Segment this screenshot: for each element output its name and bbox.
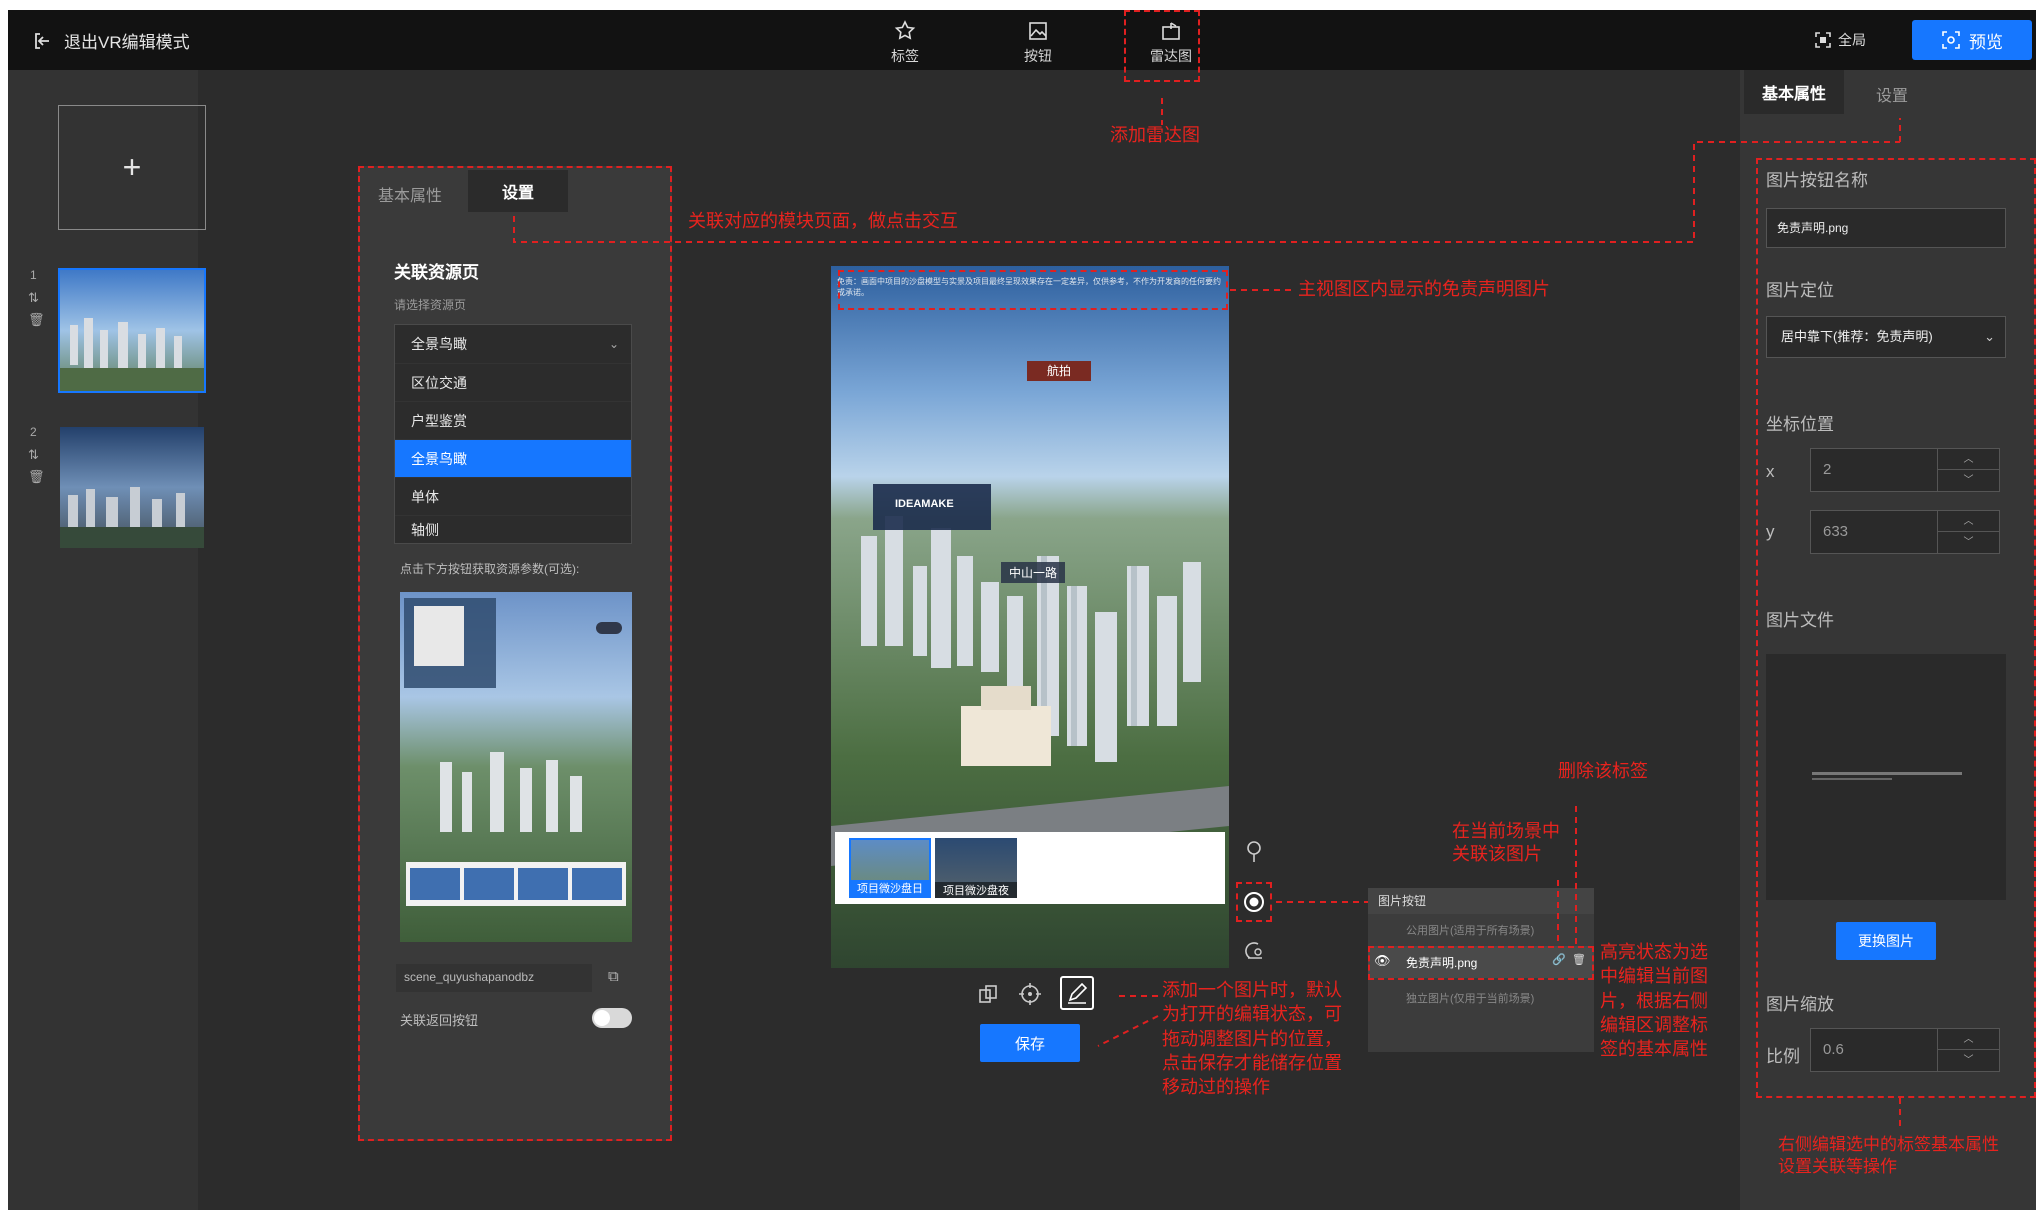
editor-window: 退出VR编辑模式 标签 按钮 雷达图 全局 预览 + 1 ⇅ 🗑 2 ⇅ 🗑 基… (8, 10, 2036, 1210)
annotation-link-module: 关联对应的模块页面，做点击交互 (688, 211, 958, 231)
annotation-link-image: 在当前场景中 关联该图片 (1452, 821, 1560, 865)
annotation-highlight: 高亮状态为选 中编辑当前图 片，根据右侧 编辑区调整标 签的基本属性 (1600, 942, 1708, 1060)
annotation-right-panel: 右侧编辑选中的标签基本属性 设置关联等操作 (1778, 1135, 1999, 1177)
annotation-disclaimer: 主视图区内显示的免责声明图片 (1298, 279, 1550, 299)
annotation-add-radar: 添加雷达图 (1110, 125, 1200, 145)
annotation-lines (513, 98, 1901, 1130)
annotation-delete-tag: 删除该标签 (1558, 761, 1648, 781)
annotation-add-image: 添加一个图片时，默认 为打开的编辑状态，可 拖动调整图片的位置， 点击保存才能储… (1162, 980, 1342, 1098)
